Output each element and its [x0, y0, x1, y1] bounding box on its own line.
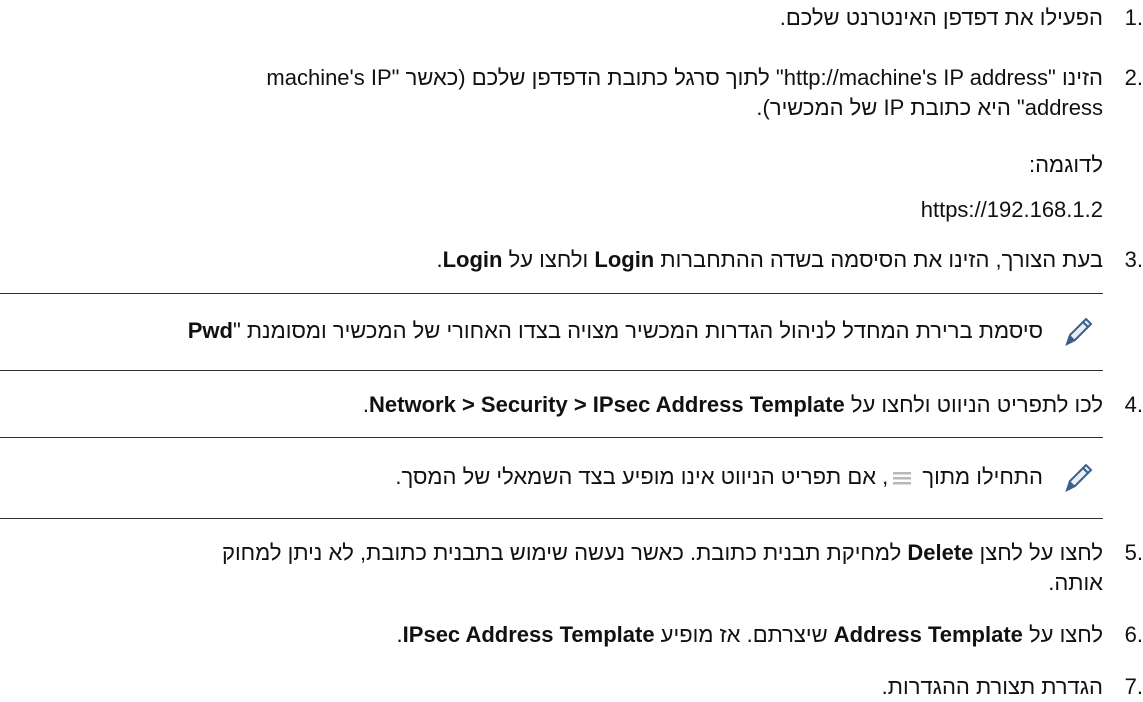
pencil-icon: [1065, 463, 1093, 492]
pencil-icon: [1065, 317, 1093, 346]
menu-icon: [893, 472, 912, 485]
step-text: לחצו על Address Template שיצרתם. אז מופי…: [396, 622, 1103, 647]
step-number: 5.: [1124, 540, 1143, 565]
step-text-line-2: אותה.: [1048, 570, 1103, 595]
example-url: https://192.168.1.2: [920, 197, 1103, 222]
step-number: 1.: [1124, 5, 1143, 30]
step-text: בעת הצורך, הזינו את הסיסמה בשדה ההתחברות…: [436, 247, 1103, 272]
address-template-name: Address Template: [833, 622, 1023, 647]
step-1: 1. הפעילו את דפדפן האינטרנט שלכם.: [0, 3, 1143, 33]
pwd-label: Pwd: [187, 318, 233, 343]
step-text-line-1: לחצו על לחצן Delete למחיקת תבנית כתובת. …: [221, 540, 1103, 565]
step-5: 5. לחצו על לחצן Delete למחיקת תבנית כתוב…: [0, 538, 1143, 598]
step-2: 2. הזינו "http://machine's IP address" ל…: [0, 63, 1143, 123]
note-box-password: סיסמת ברירת המחדל לניהול הגדרות המכשיר מ…: [0, 293, 1103, 371]
note-text: התחילו מתוך , אם תפריט הניווט אינו מופיע…: [395, 464, 1043, 489]
step-3: 3. בעת הצורך, הזינו את הסיסמה בשדה ההתחב…: [0, 245, 1143, 275]
step-number: 2.: [1124, 65, 1143, 90]
note-box-navigation: התחילו מתוך , אם תפריט הניווט אינו מופיע…: [0, 437, 1103, 519]
login-button-name: Login: [442, 247, 503, 272]
note-text: סיסמת ברירת המחדל לניהול הגדרות המכשיר מ…: [187, 318, 1043, 343]
example-label: לדוגמה:: [1028, 152, 1103, 177]
step-number: 3.: [1124, 247, 1143, 272]
step-number: 4.: [1124, 392, 1143, 417]
step-text-line-2: address" היא כתובת IP של המכשיר).: [756, 95, 1103, 120]
step-4: 4. לכו לתפריט הניווט ולחצו על Network > …: [0, 390, 1143, 420]
step-text: הפעילו את דפדפן האינטרנט שלכם.: [779, 5, 1103, 30]
step-text: לכו לתפריט הניווט ולחצו על Network > Sec…: [362, 392, 1103, 417]
menu-path: Network > Security > IPsec Address Templ…: [369, 392, 845, 417]
step-text-line-1: הזינו "http://machine's IP address" לתוך…: [266, 65, 1103, 90]
delete-button-name: Delete: [907, 540, 974, 565]
ipsec-address-template-name: IPsec Address Template: [402, 622, 655, 647]
step-number: 6.: [1124, 622, 1143, 647]
login-field-name: Login: [594, 247, 655, 272]
step-6: 6. לחצו על Address Template שיצרתם. אז מ…: [0, 620, 1143, 650]
